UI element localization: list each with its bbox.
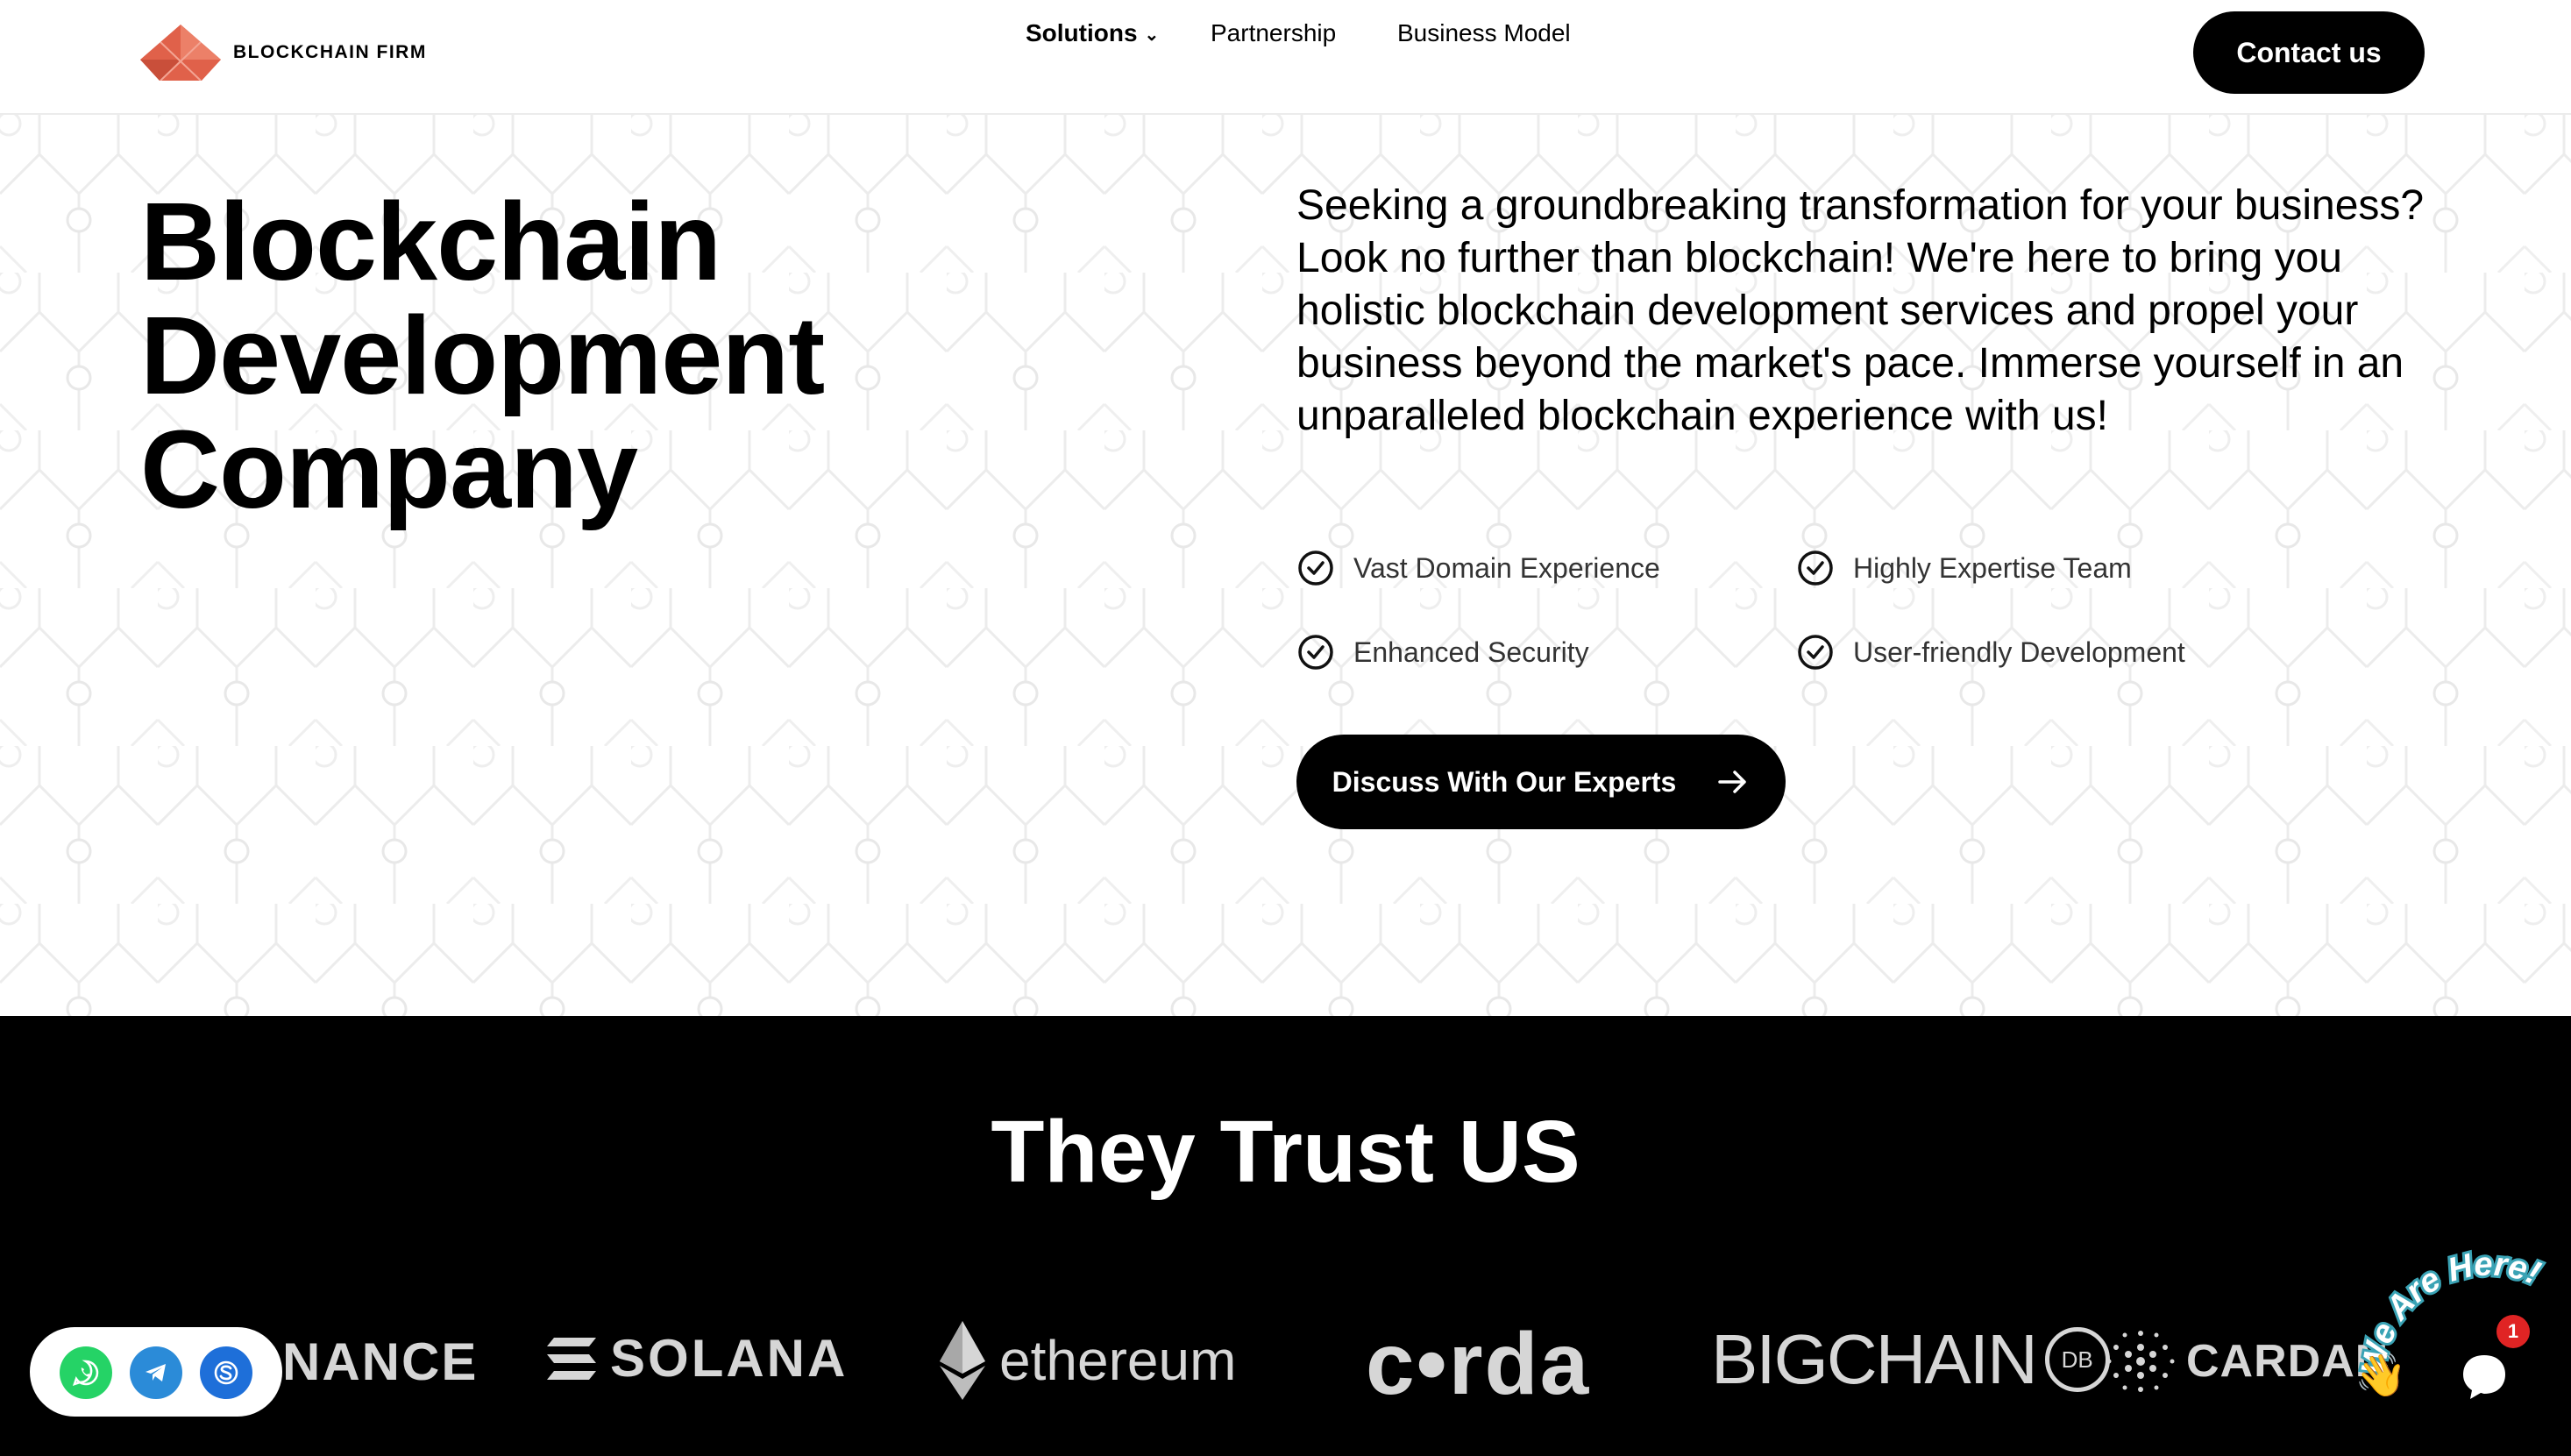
feature-item: Enhanced Security bbox=[1297, 634, 1589, 671]
ethereum-logo-text: ethereum bbox=[999, 1329, 1237, 1392]
nav-solutions-label: Solutions bbox=[1026, 19, 1138, 46]
discuss-with-experts-button[interactable]: Discuss With Our Experts bbox=[1296, 735, 1786, 829]
hero-description: Seeking a groundbreaking transformation … bbox=[1296, 182, 2425, 439]
hero-title-line: Blockchain bbox=[140, 180, 721, 303]
chat-widget: We Are Here! 👋 1 bbox=[2349, 1245, 2571, 1456]
hero-section: Blockchain Development Company Seeking a… bbox=[0, 115, 2571, 1016]
contact-us-button[interactable]: Contact us bbox=[2193, 11, 2425, 94]
site-header: BLOCKCHAIN FIRM Solutions ⌄ Partnership B… bbox=[0, 0, 2571, 115]
brand-name: BLOCKCHAIN FIRM bbox=[233, 42, 427, 62]
hero-title-line: Development bbox=[140, 294, 825, 417]
feature-label: Highly Expertise Team bbox=[1853, 551, 2132, 584]
bigchain-db-badge: DB bbox=[2044, 1327, 2110, 1392]
corda-logo: c•rda bbox=[1366, 1314, 1590, 1415]
check-circle-icon bbox=[1798, 635, 1833, 670]
solana-logo-text: SOLANA bbox=[610, 1329, 849, 1388]
telegram-button[interactable] bbox=[130, 1346, 182, 1399]
bigchain-logo-text: BIGCHAIN bbox=[1711, 1320, 2038, 1398]
nav-business-model[interactable]: Business Model bbox=[1397, 19, 1571, 47]
solana-icon bbox=[547, 1337, 596, 1380]
skype-icon bbox=[214, 1360, 238, 1385]
trust-title: They Trust US bbox=[991, 1103, 1580, 1201]
chat-bubble-icon bbox=[2463, 1355, 2505, 1399]
ethereum-icon bbox=[940, 1321, 985, 1400]
trust-section: They Trust US NANCE SOLANA ethereum c•rd… bbox=[0, 1016, 2571, 1456]
cardano-logo: CARDAN bbox=[2104, 1325, 2389, 1398]
chevron-down-icon: ⌄ bbox=[1144, 25, 1160, 46]
feature-item: User-friendly Development bbox=[1797, 634, 2185, 671]
binance-logo: NANCE bbox=[282, 1332, 478, 1392]
feature-item: Highly Expertise Team bbox=[1797, 550, 2132, 586]
feature-label: Enhanced Security bbox=[1353, 636, 1589, 668]
ethereum-logo: ethereum bbox=[938, 1321, 1236, 1400]
nav-partnership[interactable]: Partnership bbox=[1211, 19, 1336, 47]
brand-logo[interactable]: BLOCKCHAIN FIRM bbox=[140, 25, 427, 81]
waving-hand-icon: 👋 bbox=[2354, 1353, 2407, 1399]
cardano-icon bbox=[2106, 1331, 2175, 1392]
cta-label: Discuss With Our Experts bbox=[1332, 765, 1677, 798]
feature-label: User-friendly Development bbox=[1853, 636, 2185, 668]
nav-solutions[interactable]: Solutions ⌄ bbox=[1026, 19, 1159, 47]
chat-notification-badge: 1 bbox=[2496, 1315, 2530, 1348]
feature-item: Vast Domain Experience bbox=[1297, 550, 1660, 586]
corda-logo-text: c•rda bbox=[1366, 1315, 1591, 1413]
solana-logo: SOLANA bbox=[545, 1328, 848, 1389]
feature-label: Vast Domain Experience bbox=[1353, 551, 1660, 584]
blockchain-firm-logo-icon bbox=[140, 25, 221, 81]
whatsapp-button[interactable] bbox=[60, 1346, 112, 1399]
skype-button[interactable] bbox=[200, 1346, 252, 1399]
check-circle-icon bbox=[1298, 635, 1333, 670]
whatsapp-icon bbox=[72, 1360, 99, 1387]
bigchaindb-logo: BIGCHAIN DB bbox=[1711, 1319, 2110, 1400]
check-circle-icon bbox=[1298, 550, 1333, 586]
check-circle-icon bbox=[1798, 550, 1833, 586]
hero-title: Blockchain Development Company bbox=[140, 180, 825, 531]
arrow-right-icon bbox=[1718, 771, 1747, 793]
binance-logo-text: NANCE bbox=[282, 1332, 479, 1391]
hero-title-line: Company bbox=[140, 408, 638, 531]
telegram-icon bbox=[146, 1364, 166, 1381]
social-contact-bar bbox=[30, 1327, 282, 1417]
